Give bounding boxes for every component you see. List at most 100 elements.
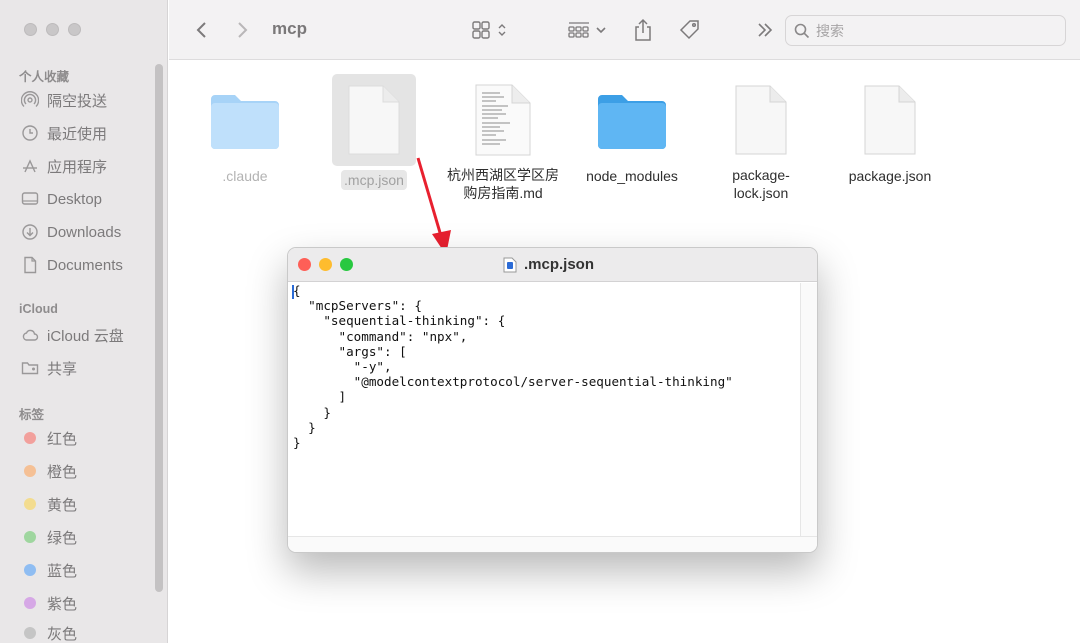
editor-window-controls (298, 258, 353, 271)
file-name-line1: package- (732, 167, 790, 183)
sidebar-tag-green[interactable]: 绿色 (21, 525, 77, 549)
close-button[interactable] (24, 23, 37, 36)
search-input[interactable] (816, 22, 1036, 39)
file-item-selected[interactable]: .mcp.json (314, 74, 434, 190)
editor-content: { "mcpServers": { "sequential-thinking":… (293, 283, 733, 451)
editor-minimize-button[interactable] (319, 258, 332, 271)
editor-title-text: .mcp.json (524, 256, 595, 273)
document-icon (332, 74, 416, 166)
sidebar-item-label: 应用程序 (47, 158, 108, 176)
sidebar-item-desktop[interactable]: Desktop (21, 187, 102, 211)
double-chevron-right-icon (758, 23, 773, 37)
tag-label: 橙色 (47, 463, 78, 481)
tag-dot (24, 564, 36, 576)
file-item[interactable]: .claude (185, 74, 305, 186)
tag-label: 红色 (47, 430, 78, 448)
sidebar-item-label: 最近使用 (47, 125, 108, 143)
editor-zoom-button[interactable] (340, 258, 353, 271)
icloud-header: iCloud (19, 302, 58, 316)
editor-titlebar[interactable]: .mcp.json (288, 248, 817, 282)
file-item[interactable]: package- lock.json (701, 74, 821, 202)
file-item[interactable]: 杭州西湖区学区房 购房指南.md (443, 74, 563, 202)
sidebar-item-label: 隔空投送 (47, 92, 108, 110)
zoom-button[interactable] (68, 23, 81, 36)
tag-dot (24, 531, 36, 543)
search-field[interactable] (785, 15, 1066, 46)
back-button[interactable] (191, 16, 211, 44)
sidebar-item-label: Documents (47, 256, 123, 274)
share-button[interactable] (632, 16, 654, 44)
sidebar-item-icloud-drive[interactable]: iCloud 云盘 (21, 323, 124, 347)
sidebar-item-label: Downloads (47, 223, 122, 241)
file-name-line2: 购房指南.md (463, 185, 543, 201)
downloads-icon (21, 223, 39, 241)
sidebar-item-label: 共享 (47, 360, 78, 378)
sidebar: 个人收藏 隔空投送 最近使用 应用程序 Desktop Downloads Do (0, 0, 168, 643)
favorites-header: 个人收藏 (19, 70, 70, 84)
tag-button[interactable] (677, 16, 703, 44)
tag-dot (24, 498, 36, 510)
document-icon (830, 74, 950, 166)
tag-dot (24, 432, 36, 444)
more-toolbar-button[interactable] (755, 16, 775, 44)
airdrop-icon (21, 91, 39, 109)
tag-dot (24, 597, 36, 609)
document-icon (701, 74, 821, 166)
editor-window[interactable]: .mcp.json { "mcpServers": { "sequential-… (287, 247, 818, 553)
sidebar-item-recents[interactable]: 最近使用 (21, 121, 107, 145)
document-icon (21, 256, 39, 274)
sidebar-item-documents[interactable]: Documents (21, 253, 123, 277)
sidebar-tag-blue[interactable]: 蓝色 (21, 558, 77, 582)
file-name: .claude (222, 168, 268, 184)
sidebar-item-shared[interactable]: 共享 (21, 356, 77, 380)
file-item[interactable]: node_modules (572, 74, 692, 186)
sidebar-tag-orange[interactable]: 橙色 (21, 459, 77, 483)
sidebar-item-airdrop[interactable]: 隔空投送 (21, 88, 107, 112)
window-title: mcp (272, 19, 307, 38)
editor-text-area[interactable]: { "mcpServers": { "sequential-thinking":… (288, 283, 800, 537)
minimize-button[interactable] (46, 23, 59, 36)
share-icon (635, 18, 651, 41)
chevron-left-icon (196, 22, 206, 38)
file-name-line2: lock.json (733, 185, 789, 201)
tags-header: 标签 (19, 408, 45, 422)
sidebar-item-applications[interactable]: 应用程序 (21, 154, 107, 178)
text-document-icon (443, 74, 563, 166)
sidebar-tag-purple[interactable]: 紫色 (21, 591, 77, 615)
file-name: node_modules (586, 168, 678, 184)
tag-icon (679, 20, 699, 40)
cloud-icon (21, 326, 39, 344)
sidebar-item-label: Desktop (47, 190, 103, 208)
tag-dot (24, 627, 36, 639)
view-icons-button[interactable] (469, 16, 513, 44)
sidebar-tag-gray[interactable]: 灰色 (21, 621, 77, 643)
folder-icon (572, 74, 692, 166)
file-name: package.json (848, 168, 932, 184)
group-button[interactable] (565, 16, 611, 44)
search-icon (794, 23, 810, 38)
shared-folder-icon (21, 359, 39, 377)
editor-vertical-scrollbar[interactable] (800, 283, 817, 537)
forward-button[interactable] (233, 16, 253, 44)
file-name-line1: 杭州西湖区学区房 (447, 167, 559, 183)
sidebar-scrollbar[interactable] (155, 64, 163, 592)
file-item[interactable]: package.json (830, 74, 950, 186)
tag-label: 蓝色 (47, 562, 78, 580)
window-controls (24, 23, 81, 36)
editor-horizontal-scrollbar[interactable] (288, 536, 817, 552)
sidebar-tag-yellow[interactable]: 黄色 (21, 492, 77, 516)
desktop-icon (21, 190, 39, 208)
tag-dot (24, 465, 36, 477)
toolbar: mcp (169, 0, 1080, 60)
file-name: .mcp.json (341, 170, 407, 190)
tag-label: 绿色 (47, 529, 78, 547)
sidebar-item-downloads[interactable]: Downloads (21, 220, 121, 244)
tag-label: 黄色 (47, 496, 78, 514)
sidebar-tag-red[interactable]: 红色 (21, 426, 77, 450)
tag-label: 灰色 (47, 625, 78, 643)
chevron-right-icon (238, 22, 248, 38)
grid-view-icon (472, 21, 506, 39)
editor-close-button[interactable] (298, 258, 311, 271)
tag-label: 紫色 (47, 595, 78, 613)
group-view-icon (568, 22, 606, 38)
